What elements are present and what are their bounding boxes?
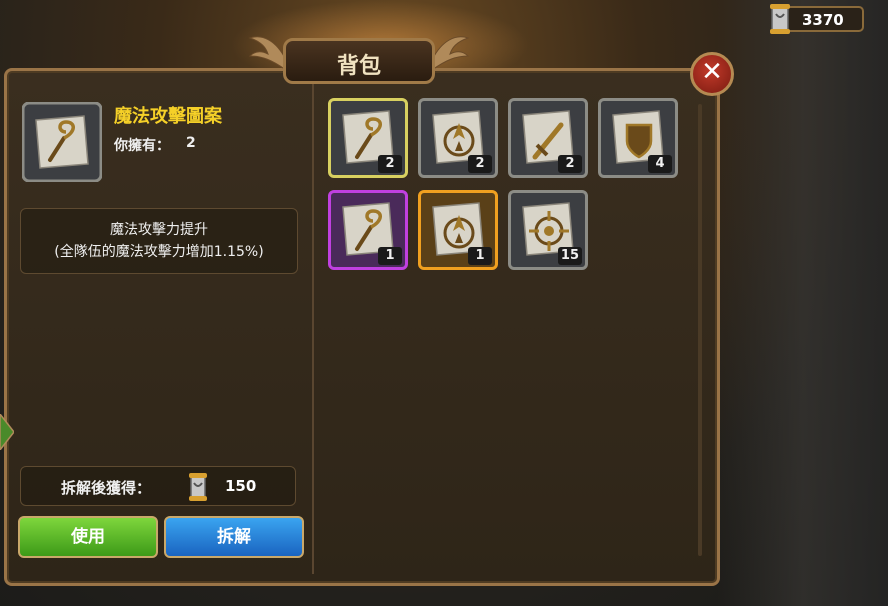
inventory-scrollbar[interactable] xyxy=(698,104,702,556)
side-tab-arrow-icon[interactable] xyxy=(0,414,14,450)
title-plate: 背包 xyxy=(283,38,435,84)
item-count-badge: 2 xyxy=(558,155,582,173)
inventory-slot[interactable]: 2 xyxy=(418,98,498,178)
inventory-slot[interactable]: 1 xyxy=(328,190,408,270)
right-wing-ornament xyxy=(431,36,470,71)
salvage-reward-label: 拆解後獲得： xyxy=(61,479,152,497)
use-button[interactable]: 使用 xyxy=(18,516,158,558)
description-title: 魔法攻擊力提升 xyxy=(110,222,208,238)
background-shade xyxy=(718,0,888,606)
scroll-currency-icon xyxy=(189,473,207,501)
item-count-badge: 2 xyxy=(468,155,492,173)
item-name: 魔法攻擊圖案 xyxy=(114,106,222,127)
close-button[interactable]: ✕ xyxy=(690,52,734,96)
currency-value: 3370 xyxy=(802,11,844,29)
item-count-badge: 2 xyxy=(378,155,402,173)
item-count-badge: 1 xyxy=(468,247,492,265)
currency-counter: 3370 xyxy=(770,4,864,34)
left-wing-ornament xyxy=(248,36,287,71)
owned-label: 你擁有： xyxy=(114,138,170,154)
inventory-slot[interactable]: 1 xyxy=(418,190,498,270)
page-title: 背包 xyxy=(336,54,381,79)
inventory-slot[interactable]: 4 xyxy=(598,98,678,178)
selected-item-staff-scroll-icon xyxy=(22,102,102,182)
inventory-slot[interactable]: 2 xyxy=(328,98,408,178)
scroll-currency-icon xyxy=(770,4,790,34)
item-count-badge: 4 xyxy=(648,155,672,173)
salvage-reward-value: 150 xyxy=(225,477,257,495)
item-count-badge: 15 xyxy=(557,247,582,265)
panel-divider xyxy=(312,84,314,574)
owned-count: 2 xyxy=(186,135,196,151)
item-count-badge: 1 xyxy=(378,247,402,265)
description-box: 魔法攻擊力提升 (全隊伍的魔法攻擊力增加1.15%) xyxy=(20,208,298,274)
salvage-reward-box: 拆解後獲得： 150 xyxy=(20,466,296,506)
close-icon: ✕ xyxy=(701,57,723,87)
inventory-slot[interactable]: 15 xyxy=(508,190,588,270)
inventory-slot[interactable]: 2 xyxy=(508,98,588,178)
description-effect: (全隊伍的魔法攻擊力增加1.15%) xyxy=(54,244,264,260)
salvage-button[interactable]: 拆解 xyxy=(164,516,304,558)
